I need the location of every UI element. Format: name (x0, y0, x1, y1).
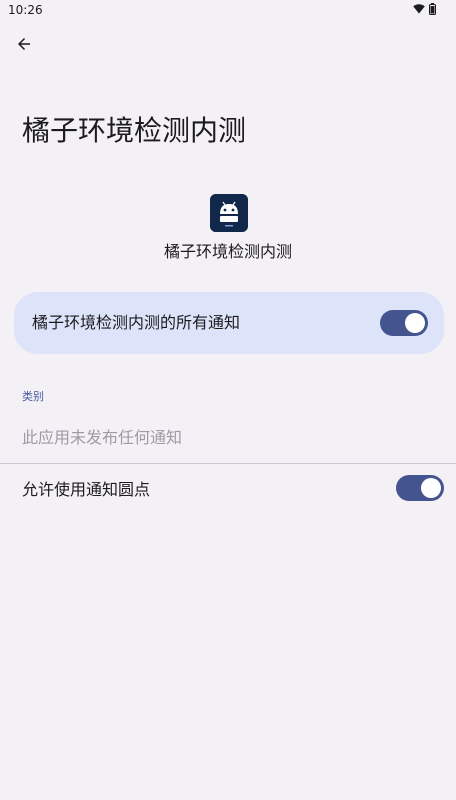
arrow-back-icon (18, 38, 30, 50)
switch-knob (405, 313, 425, 333)
notification-dot-switch[interactable] (396, 475, 444, 501)
all-notifications-row[interactable]: 橘子环境检测内测的所有通知 (14, 292, 444, 354)
divider (0, 463, 456, 464)
all-notifications-label: 橘子环境检测内测的所有通知 (32, 313, 241, 332)
notification-dot-label: 允许使用通知圆点 (22, 480, 151, 499)
switch-knob (421, 478, 441, 498)
battery-icon (429, 3, 436, 15)
android-app-icon (210, 194, 248, 232)
status-bar: 10:26 (0, 0, 456, 22)
back-button[interactable] (10, 30, 38, 58)
notification-dot-row[interactable]: 允许使用通知圆点 (0, 470, 456, 510)
no-notifications-message: 此应用未发布任何通知 (22, 428, 183, 447)
status-icons (413, 3, 436, 15)
categories-header: 类别 (22, 390, 44, 403)
status-time: 10:26 (8, 3, 43, 17)
page-title: 橘子环境检测内测 (22, 114, 247, 147)
app-name: 橘子环境检测内测 (163, 242, 292, 261)
wifi-icon (413, 4, 425, 14)
all-notifications-switch[interactable] (380, 310, 428, 336)
